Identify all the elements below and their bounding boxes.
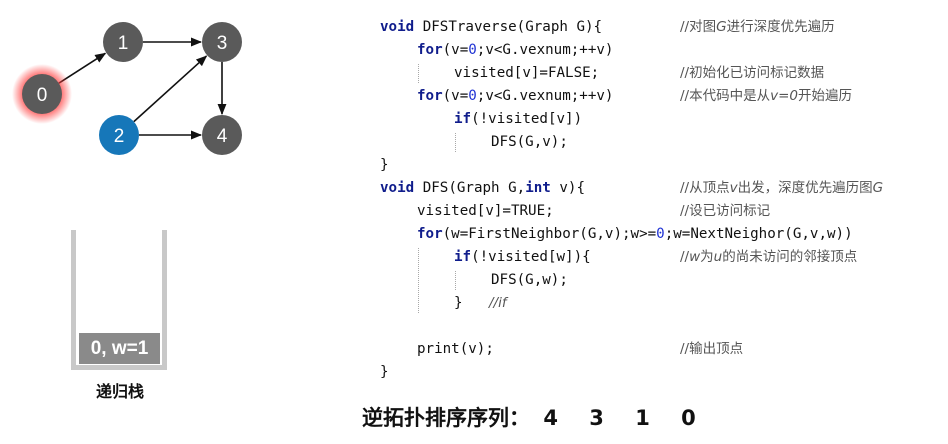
- code-text: if(!visited[w]){: [454, 249, 591, 265]
- graph-node-0: 0: [12, 64, 72, 124]
- code-comment: //从顶点v出发，深度优先遍历图G: [680, 180, 884, 196]
- code-text: visited[v]=FALSE;: [454, 65, 600, 81]
- code-text: DFS(G,v);: [491, 134, 568, 150]
- code-comment: //设已访问标记: [680, 203, 771, 219]
- node-label: 3: [217, 33, 228, 54]
- node-label: 1: [118, 33, 129, 54]
- stack-bottom: [71, 365, 167, 370]
- indent-guide: [418, 248, 419, 313]
- graph-node-4: 4: [202, 115, 242, 155]
- code-text: }: [380, 364, 389, 380]
- node-label: 2: [114, 126, 125, 147]
- node-label: 4: [217, 126, 228, 147]
- result-line: 逆拓扑排序序列： 4 3 1 0: [362, 402, 696, 432]
- stack-left-wall: [71, 230, 76, 370]
- graph-diagram: 0 1 2 3 4: [12, 22, 242, 155]
- edge-2-3: [133, 55, 208, 123]
- indent-guide: [455, 271, 456, 290]
- stack-frame: 0, w=1: [79, 333, 160, 364]
- code-text: void DFSTraverse(Graph G){: [380, 19, 603, 35]
- result-item: 0: [681, 406, 696, 430]
- code-text: void DFS(Graph G,int v){: [380, 180, 586, 196]
- result-item: 1: [635, 406, 650, 430]
- indent-guide: [418, 64, 419, 83]
- code-text: visited[v]=TRUE;: [417, 203, 554, 219]
- result-label: 逆拓扑排序序列：: [362, 406, 530, 430]
- code-text: print(v);: [417, 341, 494, 357]
- code-text: }: [454, 295, 463, 311]
- graph-node-1: 1: [103, 22, 143, 62]
- code-text: DFS(G,w);: [491, 272, 568, 288]
- code-comment: //本代码中是从v=0开始遍历: [680, 88, 852, 104]
- result-item: 3: [589, 406, 604, 430]
- code-text: }: [380, 157, 389, 173]
- code-text: for(v=0;v<G.vexnum;++v): [417, 42, 614, 58]
- code-text: if(!visited[v]): [454, 111, 583, 127]
- code-comment: //w为u的尚未访问的邻接顶点: [680, 249, 858, 265]
- code-text: for(v=0;v<G.vexnum;++v): [417, 88, 614, 104]
- code-comment: //初始化已访问标记数据: [680, 65, 825, 81]
- node-label: 0: [37, 85, 48, 106]
- graph-node-2: 2: [99, 115, 139, 155]
- stack-caption: 递归栈: [95, 382, 144, 401]
- stack-right-wall: [162, 230, 167, 370]
- code-text: for(w=FirstNeighbor(G,v);w>=0;w=NextNeig…: [417, 226, 853, 242]
- code-comment: //if: [489, 295, 507, 311]
- code-comment: //输出顶点: [680, 341, 744, 357]
- graph-node-3: 3: [202, 22, 242, 62]
- result-item: 4: [543, 406, 558, 430]
- indent-guide: [455, 133, 456, 152]
- code-comment: //对图G进行深度优先遍历: [680, 19, 835, 35]
